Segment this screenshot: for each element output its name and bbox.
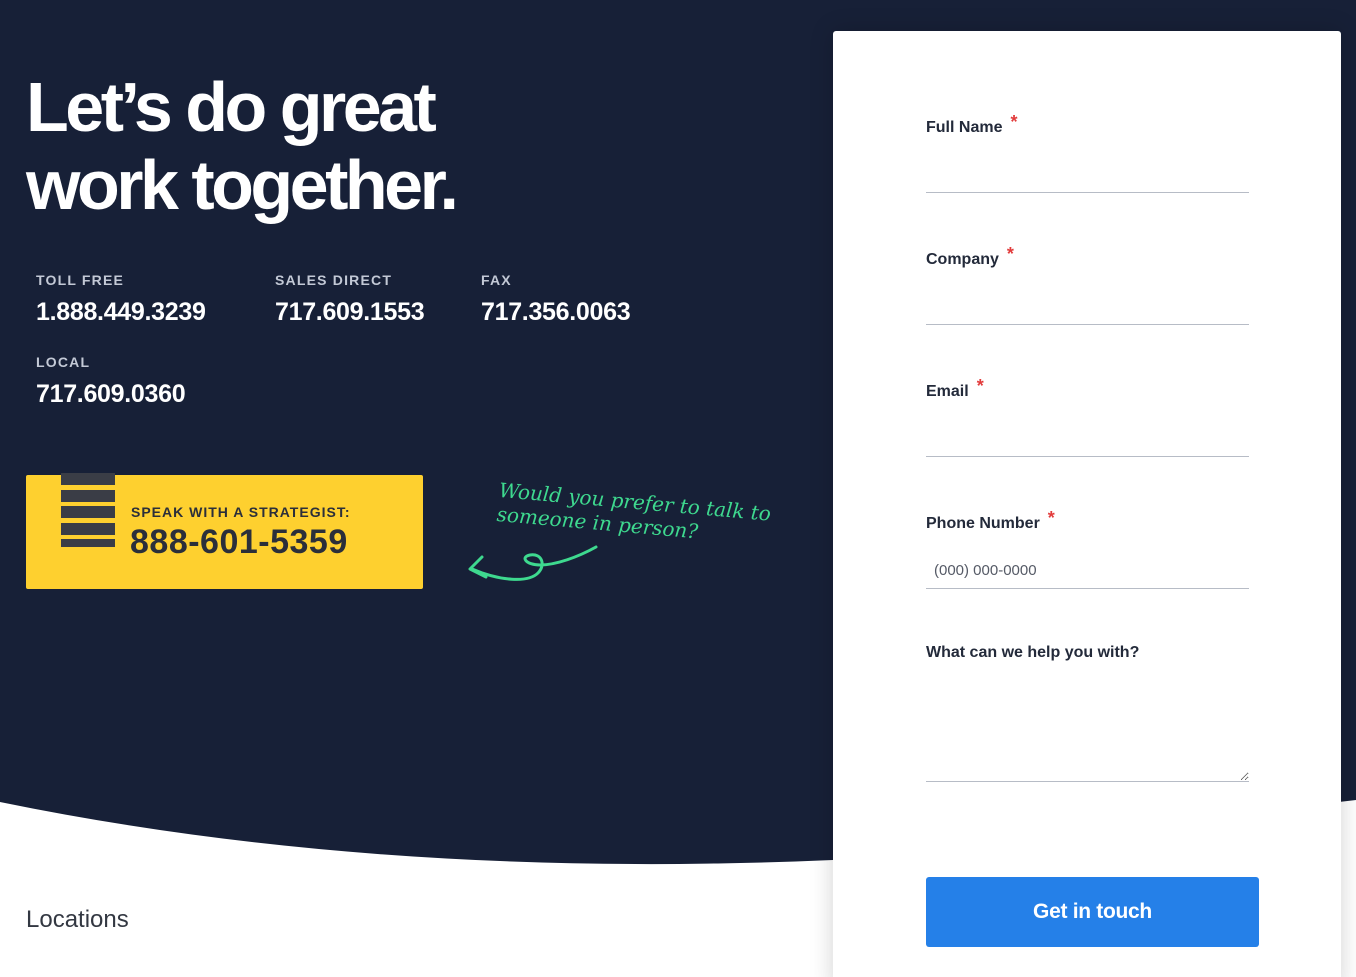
contact-local: LOCAL 717.609.0360 bbox=[36, 353, 186, 409]
company-label: Company bbox=[926, 251, 999, 268]
headline-line-1: Let’s do great bbox=[26, 68, 437, 146]
email-label: Email bbox=[926, 383, 969, 400]
required-asterisk: * bbox=[976, 376, 984, 396]
strategist-phone-number: 888-601-5359 bbox=[130, 523, 348, 561]
contact-label: SALES DIRECT bbox=[275, 272, 393, 288]
contact-form: Full Name * Company * Email * Phone Number *… bbox=[833, 31, 1341, 977]
company-field: Company * bbox=[926, 244, 1249, 325]
contact-toll-free: TOLL FREE 1.888.449.3239 bbox=[36, 271, 206, 327]
contact-fax: FAX 717.356.0063 bbox=[481, 271, 631, 327]
curly-arrow-icon bbox=[468, 545, 598, 581]
phone-input[interactable] bbox=[926, 553, 1249, 589]
contact-number[interactable]: 717.356.0063 bbox=[481, 298, 631, 327]
message-label: What can we help you with? bbox=[926, 644, 1140, 661]
email-field: Email * bbox=[926, 376, 1249, 457]
contact-number[interactable]: 717.609.1553 bbox=[275, 298, 425, 327]
contact-label: FAX bbox=[481, 272, 512, 288]
full-name-input[interactable] bbox=[926, 157, 1249, 193]
contact-number[interactable]: 717.609.0360 bbox=[36, 380, 186, 409]
get-in-touch-button[interactable]: Get in touch bbox=[926, 877, 1259, 947]
required-asterisk: * bbox=[1047, 508, 1055, 528]
headline-line-2: work together. bbox=[26, 146, 459, 224]
stack-icon bbox=[61, 473, 115, 549]
contact-sales-direct: SALES DIRECT 717.609.1553 bbox=[275, 271, 425, 327]
required-asterisk: * bbox=[1010, 112, 1018, 132]
contact-label: TOLL FREE bbox=[36, 272, 125, 288]
strategist-label: SPEAK WITH A STRATEGIST: bbox=[131, 504, 351, 520]
contact-page: Let’s do great work together. TOLL FREE … bbox=[0, 0, 1356, 977]
full-name-field: Full Name * bbox=[926, 112, 1249, 193]
email-input[interactable] bbox=[926, 421, 1249, 457]
page-headline: Let’s do great work together. bbox=[26, 68, 459, 224]
required-asterisk: * bbox=[1006, 244, 1014, 264]
strategist-call-button[interactable]: SPEAK WITH A STRATEGIST: 888-601-5359 bbox=[26, 473, 423, 589]
message-field: What can we help you with? bbox=[926, 644, 1249, 782]
company-input[interactable] bbox=[926, 289, 1249, 325]
contact-label: LOCAL bbox=[36, 354, 91, 370]
phone-label: Phone Number bbox=[926, 515, 1040, 532]
contact-number[interactable]: 1.888.449.3239 bbox=[36, 298, 206, 327]
full-name-label: Full Name bbox=[926, 119, 1003, 136]
phone-field: Phone Number * bbox=[926, 508, 1249, 589]
message-textarea[interactable] bbox=[926, 670, 1249, 782]
locations-heading: Locations bbox=[26, 906, 129, 933]
